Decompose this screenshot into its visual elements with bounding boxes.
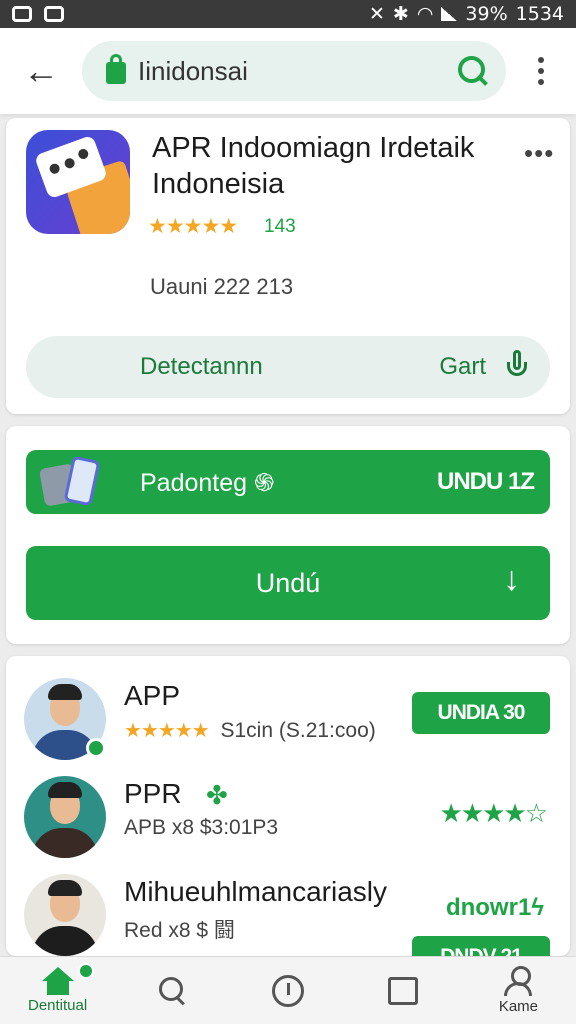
phone-graphic: [63, 455, 101, 507]
list-item-meta-text: S1cin (S.21:coo): [220, 719, 376, 742]
nav-badge-icon: [78, 963, 94, 979]
avatar: [24, 776, 106, 858]
person-icon: [503, 966, 533, 996]
list-item-download-button[interactable]: UNDIA 30: [412, 692, 550, 734]
square-icon: [388, 976, 419, 1005]
nav-label: Dentitual: [28, 997, 88, 1014]
list-item[interactable]: APP ★★★★★ S1cin (S.21:coo) UNDIA 30: [6, 678, 570, 778]
nav-profile[interactable]: Kame: [461, 957, 576, 1024]
phones-icon: [38, 455, 106, 508]
download-arrow-icon: ↓: [503, 560, 520, 598]
list-item-name: Mihueuhlmancariasly: [124, 876, 388, 907]
status-bar: ✕ ✱ ◠ 39% 1534: [0, 0, 576, 28]
search-input[interactable]: Iinidonsai: [138, 56, 456, 87]
more-options-button[interactable]: [506, 57, 576, 85]
home-icon: [41, 967, 74, 995]
clock-icon: [272, 974, 304, 1007]
verified-badge-icon: [86, 738, 106, 758]
avatar: [24, 874, 106, 956]
list-item-meta: ★★★★★ S1cin (S.21:coo): [124, 718, 376, 743]
kebab-dot-icon: [538, 79, 544, 85]
version-text: Uauni 222 213: [150, 274, 294, 299]
list-item-meta: Red x8 $ 闘: [124, 919, 235, 942]
get-button[interactable]: Gart: [439, 353, 486, 381]
detect-label: Detectannn: [140, 353, 263, 380]
list-item-name: PPR: [124, 778, 182, 809]
app-list-card: APP ★★★★★ S1cin (S.21:coo) UNDIA 30 PPR …: [6, 656, 570, 956]
list-item-meta: APB x8 $3:01P3: [124, 816, 279, 839]
rating-count: 143: [264, 216, 296, 237]
app-more-button[interactable]: •••: [524, 138, 554, 169]
avatar-body: [32, 828, 98, 858]
search-box[interactable]: Iinidonsai: [82, 41, 506, 101]
search-icon[interactable]: [456, 54, 490, 88]
list-item-download-link[interactable]: dnowr1ϟ: [446, 894, 544, 922]
app-icon[interactable]: [26, 130, 130, 234]
package-bar[interactable]: Padonteg ֍ UNDU 1Z: [26, 450, 550, 514]
nav-home[interactable]: Dentitual: [0, 957, 115, 1024]
rating-stars: ★★★★★: [148, 215, 238, 238]
avatar-body: [32, 926, 98, 956]
signal-icon: [441, 7, 458, 21]
time-text: 1534: [515, 3, 564, 25]
leaf-icon: ✤: [206, 780, 228, 810]
nav-tabs[interactable]: [346, 957, 461, 1024]
search-icon: [158, 976, 188, 1006]
notification-icon: [12, 6, 32, 22]
bottom-nav: Dentitual Kame: [0, 956, 576, 1024]
list-item-stars: ★★★★★: [124, 720, 210, 742]
app-title: APR Indoomiagn Irdetaik Indoneisia: [152, 132, 475, 200]
avatar-hair: [48, 880, 82, 896]
featured-app-card: APR Indoomiagn Irdetaik Indoneisia ••• ★…: [6, 118, 570, 414]
bluetooth-icon: ✱: [392, 3, 409, 25]
kebab-dot-icon: [538, 68, 544, 74]
download-card: Padonteg ֍ UNDU 1Z Undú ↓: [6, 426, 570, 644]
mic-icon[interactable]: [506, 350, 528, 384]
list-item-download-button[interactable]: DNDV 21: [412, 936, 550, 956]
back-button[interactable]: ←: [0, 28, 82, 114]
detect-bar[interactable]: Detectannn Gart: [26, 336, 550, 398]
message-icon: [44, 6, 64, 22]
list-item[interactable]: Mihueuhlmancariasly Red x8 $ 闘 dnowr1ϟ D…: [6, 874, 570, 956]
mute-icon: ✕: [368, 3, 385, 25]
list-item[interactable]: PPR ✤ APB x8 $3:01P3 ★★★★☆: [6, 776, 570, 876]
avatar-hair: [48, 782, 82, 798]
nav-history[interactable]: [230, 957, 345, 1024]
package-name: Padonteg ֍: [140, 469, 275, 497]
lock-icon: [106, 54, 126, 84]
kebab-dot-icon: [538, 57, 544, 63]
nav-label: Kame: [498, 998, 538, 1015]
list-item-green-stars: ★★★★☆: [439, 798, 548, 828]
avatar-hair: [48, 684, 82, 700]
nav-search[interactable]: [115, 957, 230, 1024]
battery-text: 39%: [465, 3, 508, 25]
package-size: UNDU 1Z: [436, 468, 535, 495]
top-bar: ← Iinidonsai: [0, 28, 576, 114]
list-item-name: APP: [124, 680, 181, 711]
wifi-icon: ◠: [416, 3, 434, 25]
unduh-button[interactable]: Undú ↓: [26, 546, 550, 620]
back-arrow-icon: ←: [23, 50, 59, 91]
unduh-label: Undú: [255, 567, 321, 598]
